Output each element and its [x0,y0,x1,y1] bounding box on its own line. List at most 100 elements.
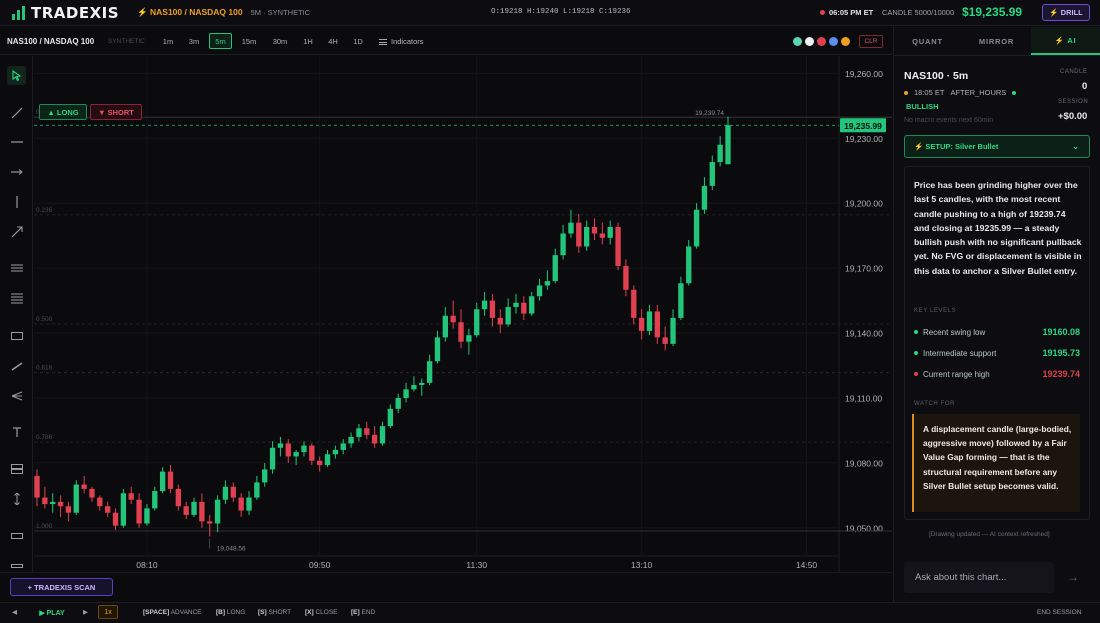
fib-level-label: 0.618 [36,365,53,372]
candle-body [246,497,252,511]
candle-body [65,506,72,513]
send-arrow-icon[interactable]: → [1062,568,1084,586]
y-tick-label: 19,140.00 [845,329,883,339]
candle-body [285,443,291,457]
ask-input[interactable]: Ask about this chart... [904,562,1054,593]
candle-body [191,501,197,515]
ray-icon[interactable] [7,162,26,181]
rectangle-icon[interactable] [7,326,26,345]
long-button[interactable]: ▲ LONG [39,104,87,120]
measure-icon[interactable] [7,489,26,508]
fib-icon[interactable] [7,288,26,307]
timeframe-1d[interactable]: 1D [349,33,367,49]
hint-short: [S] SHORT [258,609,291,616]
pitchfork-icon[interactable] [7,386,26,405]
tradexis-scan-button[interactable]: + TRADEXIS SCAN [10,578,113,596]
candle-body [395,397,401,409]
horizontal-line-icon[interactable] [7,132,26,151]
candle-body [536,285,543,297]
clear-drawings-button[interactable]: CLR [859,35,883,48]
long-position-icon[interactable] [7,459,26,478]
timeframe-1m[interactable]: 1m [159,33,177,49]
candle-body [497,317,503,325]
candle-body [583,226,590,247]
step-back-icon[interactable]: ◀ [12,608,17,616]
candle-body [277,443,284,448]
candle-body [717,144,723,163]
timeframe-15m[interactable]: 15m [238,33,260,49]
candle-body [387,408,394,427]
level-dot-icon [914,372,918,376]
scan-bar [0,572,892,602]
brand-name: TRADEXIS [31,3,120,22]
tab-mirror[interactable]: MIRROR [962,27,1031,55]
panel-symbol: NAS100 · 5m [904,70,969,82]
speed-button[interactable]: 1x [98,605,118,619]
end-session-button[interactable]: END SESSION [1037,609,1081,616]
swatch-red[interactable] [817,37,826,46]
candle-body [317,460,323,466]
cursor-icon[interactable] [7,66,26,85]
candle-body [466,335,472,342]
brush-icon[interactable] [7,356,26,375]
x-tick-label: 08:10 [136,560,158,570]
candle-body [701,185,708,210]
trendline-icon[interactable] [7,103,26,122]
key-levels-label: KEY LEVELS [914,308,957,314]
candle-body [646,311,653,331]
candle-body [230,486,236,498]
ruler-icon[interactable] [7,526,26,545]
candlestick-chart[interactable]: 19,260.00 19,230.00 19,200.00 19,170.00 19,1… [34,56,892,572]
tab-ai[interactable]: ⚡ AI [1031,27,1100,55]
session-label: SESSION [1058,99,1089,105]
candle-counter: CANDLE 5000/10000 [882,8,955,17]
step-forward-icon[interactable]: ▶ [83,608,88,616]
key-level-value: 19160.08 [1042,327,1080,337]
y-tick-label: 19,050.00 [845,523,883,533]
hint-close: [X] CLOSE [305,609,338,616]
indicators-button[interactable]: Indicators [379,37,424,46]
price-chart[interactable]: 19,260.00 19,230.00 19,200.00 19,170.00 19,1… [34,56,892,572]
candle-body [419,382,425,386]
text-icon[interactable] [7,422,26,441]
timeframe-4h[interactable]: 4H [324,33,342,49]
setup-selector[interactable]: ⚡ SETUP: Silver Bullet ⌄ [904,135,1090,158]
swatch-orange[interactable] [841,37,850,46]
timeframe-1h[interactable]: 1H [299,33,317,49]
chevron-down-icon: ⌄ [1072,142,1079,151]
fib-level-label: 0.500 [36,316,53,323]
session-time: 18:05 ET [914,88,945,97]
candle-body [120,493,127,526]
timeframe-30m[interactable]: 30m [268,33,292,49]
candle-body [529,296,535,314]
timeframe-5m[interactable]: 5m [209,33,232,49]
ohlc-readout: O:19218 H:19240 L:19218 C:19236 [491,8,631,16]
candle-body [89,488,95,498]
key-level-value: 19195.73 [1042,348,1080,358]
vertical-line-icon[interactable] [7,192,26,211]
drill-button[interactable]: ⚡ DRILL [1042,4,1090,21]
candle-body [269,447,276,470]
arrow-line-icon[interactable] [7,222,26,241]
swatch-blue[interactable] [829,37,838,46]
play-button[interactable]: ▶ PLAY [32,606,72,619]
candle-body [57,501,64,507]
candle-body [662,337,668,344]
swatch-teal[interactable] [793,37,802,46]
swatch-white[interactable] [805,37,814,46]
candle-body [607,226,613,238]
logo-bars-icon [12,5,25,20]
key-level-label: Current range high [923,369,990,379]
short-button[interactable]: ▼ SHORT [90,104,142,120]
channel-icon[interactable] [7,258,26,277]
session-low-label: 19,048.56 [217,546,246,553]
chart-symbol: NAS100 / NASDAQ 100 [7,37,95,46]
hint-key: [E] [351,609,360,616]
hint-key: [SPACE] [143,609,170,616]
symbol-title: ⚡ NAS100 / NASDAQ 100 [137,7,243,17]
timeframe-3m[interactable]: 3m [184,33,204,49]
key-level-label: Recent swing low [923,327,986,337]
tab-quant[interactable]: QUANT [893,27,962,55]
candle-body [50,501,56,505]
fib-level-label: 0.236 [36,207,53,214]
